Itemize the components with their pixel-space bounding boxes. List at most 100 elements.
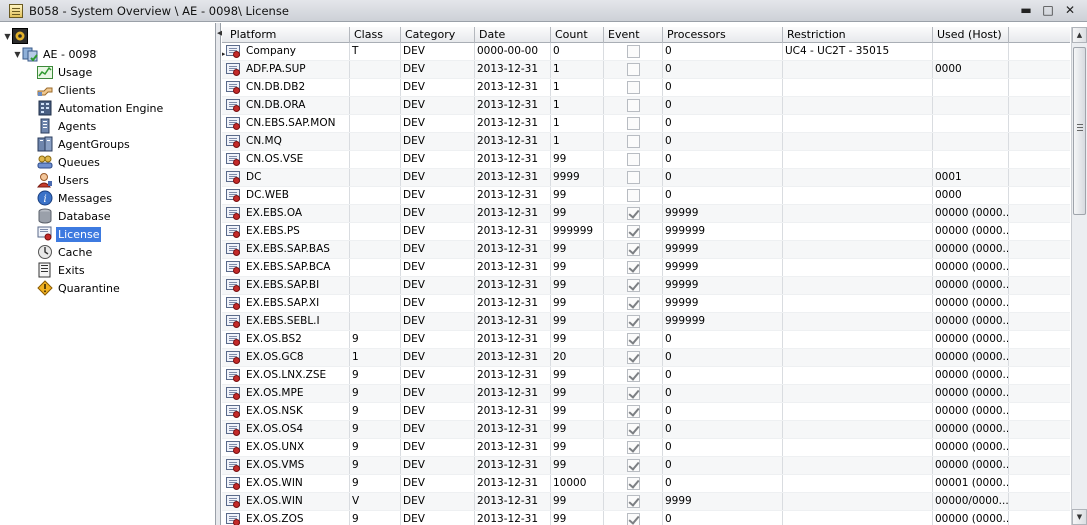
event-checkbox[interactable] — [626, 459, 640, 472]
event-checkbox[interactable] — [626, 189, 640, 202]
collapse-toggle-icon[interactable]: ▼ — [3, 32, 12, 41]
cell-used-host — [933, 133, 1009, 150]
table-row[interactable]: EX.EBS.SAP.BCA DEV 2013-12-31 99 99999 00000 … — [222, 259, 1070, 277]
column-header-restriction[interactable]: Restriction — [783, 27, 933, 43]
table-row[interactable]: EX.OS.MPE 9 DEV 2013-12-31 99 0 00000 (0000... — [222, 385, 1070, 403]
table-row[interactable]: EX.EBS.PS DEV 2013-12-31 999999 999999 00000 … — [222, 223, 1070, 241]
tree-item-quarantine[interactable]: Quarantine — [37, 279, 122, 297]
event-checkbox[interactable] — [626, 387, 640, 400]
event-checkbox[interactable] — [626, 117, 640, 130]
table-row[interactable]: EX.OS.NSK 9 DEV 2013-12-31 99 0 00000 (0000... — [222, 403, 1070, 421]
pane-splitter[interactable]: ◀ — [216, 23, 222, 525]
event-checkbox[interactable] — [626, 441, 640, 454]
table-row[interactable]: EX.EBS.SAP.BAS DEV 2013-12-31 99 99999 00000 … — [222, 241, 1070, 259]
event-checkbox[interactable] — [626, 243, 640, 256]
event-checkbox[interactable] — [626, 45, 640, 58]
tree-item-database[interactable]: Database — [37, 207, 113, 225]
scroll-down-icon[interactable]: ▼ — [1072, 509, 1087, 525]
cell-class — [350, 313, 401, 330]
event-checkbox[interactable] — [626, 405, 640, 418]
table-row[interactable]: ADF.PA.SUP DEV 2013-12-31 1 0 0000 — [222, 61, 1070, 79]
table-row[interactable]: EX.OS.WIN V DEV 2013-12-31 99 9999 00000/0000.… — [222, 493, 1070, 511]
column-header-used-host[interactable]: Used (Host) — [933, 27, 1009, 43]
vertical-scrollbar[interactable]: ▲ ▼ — [1071, 27, 1087, 525]
license-icon — [226, 440, 242, 455]
tree-item-agentgroups[interactable]: AgentGroups — [37, 135, 132, 153]
table-row[interactable]: DC DEV 2013-12-31 9999 0 0001 — [222, 169, 1070, 187]
cell-date: 2013-12-31 — [475, 493, 551, 510]
minimize-button[interactable]: ▬ — [1015, 2, 1037, 19]
event-checkbox[interactable] — [626, 207, 640, 220]
tree-item-users[interactable]: Users — [36, 171, 91, 189]
table-row[interactable]: EX.EBS.SAP.XI DEV 2013-12-31 99 99999 00000 (… — [222, 295, 1070, 313]
table-row[interactable]: CN.OS.VSE DEV 2013-12-31 99 0 — [222, 151, 1070, 169]
tree-item-license[interactable]: License — [37, 225, 102, 243]
table-row[interactable]: EX.OS.GC8 1 DEV 2013-12-31 20 0 00000 (0000... — [222, 349, 1070, 367]
cell-event — [604, 241, 663, 258]
column-header-class[interactable]: Class — [350, 27, 401, 43]
platform-label: CN.DB.DB2 — [246, 81, 306, 93]
close-button[interactable]: ✕ — [1059, 2, 1081, 19]
cell-category: DEV — [401, 367, 475, 384]
event-checkbox[interactable] — [626, 513, 640, 525]
event-checkbox[interactable] — [626, 369, 640, 382]
table-row[interactable]: EX.OS.UNX 9 DEV 2013-12-31 99 0 00000 (0000... — [222, 439, 1070, 457]
event-checkbox[interactable] — [626, 171, 640, 184]
event-checkbox[interactable] — [626, 279, 640, 292]
cell-date: 2013-12-31 — [475, 187, 551, 204]
table-row[interactable]: CN.DB.ORA DEV 2013-12-31 1 0 — [222, 97, 1070, 115]
column-header-processors[interactable]: Processors — [663, 27, 783, 43]
cell-used-host: 0000 — [933, 187, 1009, 204]
column-header-count[interactable]: Count — [551, 27, 604, 43]
table-row[interactable]: EX.OS.LNX.ZSE 9 DEV 2013-12-31 99 0 00000 (000… — [222, 367, 1070, 385]
collapse-toggle-icon[interactable]: ▼ — [13, 50, 22, 59]
table-row[interactable]: CN.MQ DEV 2013-12-31 1 0 — [222, 133, 1070, 151]
event-checkbox[interactable] — [626, 135, 640, 148]
cell-used-host: 00000 (0000... — [933, 331, 1009, 348]
tree-item-queues[interactable]: Queues — [37, 153, 102, 171]
tree-item-system[interactable]: ▼ AE - 0098 — [13, 45, 98, 63]
event-checkbox[interactable] — [626, 495, 640, 508]
event-checkbox[interactable] — [626, 423, 640, 436]
license-icon — [226, 476, 242, 491]
table-row[interactable]: CN.EBS.SAP.MON DEV 2013-12-31 1 0 — [222, 115, 1070, 133]
table-row[interactable]: ▶ Company T DEV 0000-00-00 0 0 UC4 - UC2T - 350… — [222, 43, 1070, 61]
event-checkbox[interactable] — [626, 99, 640, 112]
table-row[interactable]: CN.DB.DB2 DEV 2013-12-31 1 0 — [222, 79, 1070, 97]
event-checkbox[interactable] — [626, 315, 640, 328]
event-checkbox[interactable] — [626, 351, 640, 364]
tree-item-usage[interactable]: Usage — [37, 63, 94, 81]
column-header-platform[interactable]: Platform — [226, 27, 350, 43]
tree-item-messages[interactable]: i Messages — [37, 189, 114, 207]
event-checkbox[interactable] — [626, 261, 640, 274]
event-checkbox[interactable] — [626, 297, 640, 310]
tree-item-clients[interactable]: Clients — [37, 81, 98, 99]
column-header-category[interactable]: Category — [401, 27, 475, 43]
event-checkbox[interactable] — [626, 81, 640, 94]
event-checkbox[interactable] — [626, 225, 640, 238]
tree-item-cache[interactable]: Cache — [37, 243, 94, 261]
scroll-up-icon[interactable]: ▲ — [1072, 27, 1087, 43]
column-header-date[interactable]: Date — [475, 27, 551, 43]
maximize-button[interactable]: □ — [1037, 2, 1059, 19]
column-header-event[interactable]: Event — [604, 27, 663, 43]
event-checkbox[interactable] — [626, 63, 640, 76]
table-row[interactable]: EX.EBS.SAP.BI DEV 2013-12-31 99 99999 00000 (… — [222, 277, 1070, 295]
table-row[interactable]: EX.EBS.OA DEV 2013-12-31 99 99999 00000 (0000… — [222, 205, 1070, 223]
tree-root[interactable]: ▼ — [3, 27, 31, 45]
tree-item-agents[interactable]: Agents — [37, 117, 98, 135]
table-row[interactable]: EX.OS.BS2 9 DEV 2013-12-31 99 0 00000 (0000... — [222, 331, 1070, 349]
event-checkbox[interactable] — [626, 477, 640, 490]
cell-event — [604, 151, 663, 168]
tree-item-exits[interactable]: Exits — [37, 261, 87, 279]
table-row[interactable]: EX.OS.ZOS 9 DEV 2013-12-31 99 0 00000 (0000... — [222, 511, 1070, 525]
table-row[interactable]: EX.EBS.SEBL.I DEV 2013-12-31 99 999999 00000 … — [222, 313, 1070, 331]
table-row[interactable]: EX.OS.WIN 9 DEV 2013-12-31 10000 0 00001 (0000… — [222, 475, 1070, 493]
scrollbar-thumb[interactable] — [1073, 47, 1086, 215]
tree-item-automation-engine[interactable]: Automation Engine — [37, 99, 165, 117]
table-row[interactable]: DC.WEB DEV 2013-12-31 99 0 0000 — [222, 187, 1070, 205]
event-checkbox[interactable] — [626, 153, 640, 166]
event-checkbox[interactable] — [626, 333, 640, 346]
table-row[interactable]: EX.OS.VMS 9 DEV 2013-12-31 99 0 00000 (0000... — [222, 457, 1070, 475]
table-row[interactable]: EX.OS.OS4 9 DEV 2013-12-31 99 0 00000 (0000... — [222, 421, 1070, 439]
